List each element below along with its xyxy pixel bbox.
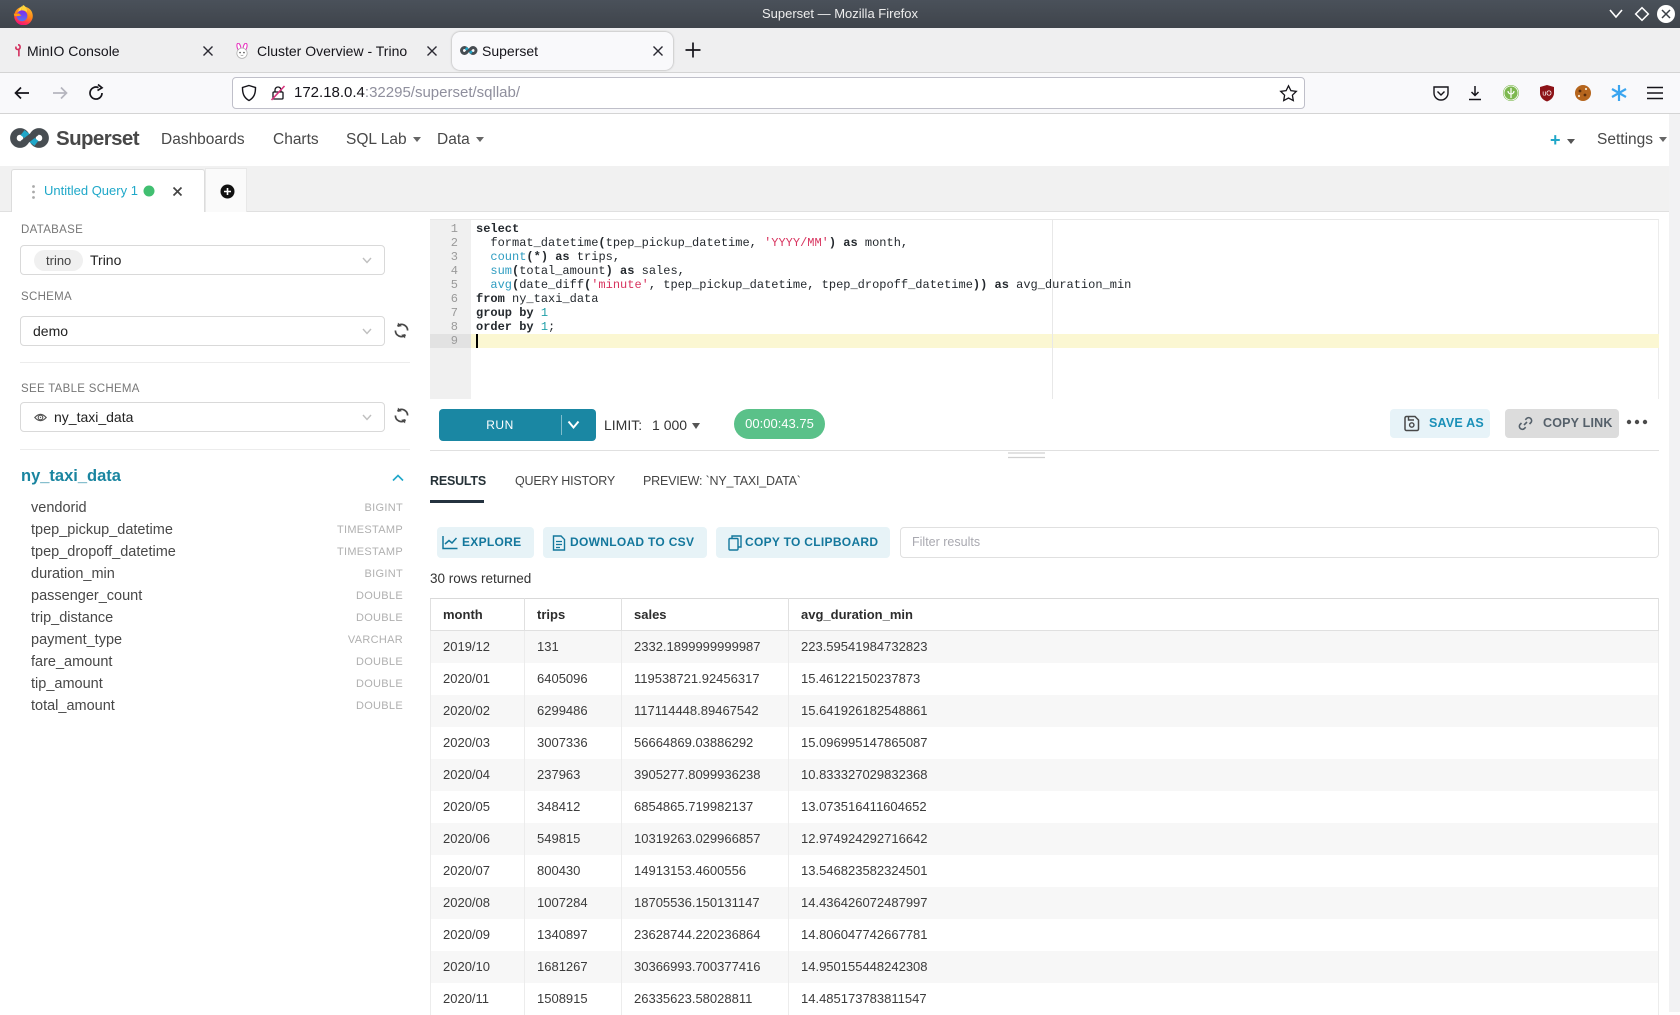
svg-text:uO: uO bbox=[1542, 91, 1552, 98]
